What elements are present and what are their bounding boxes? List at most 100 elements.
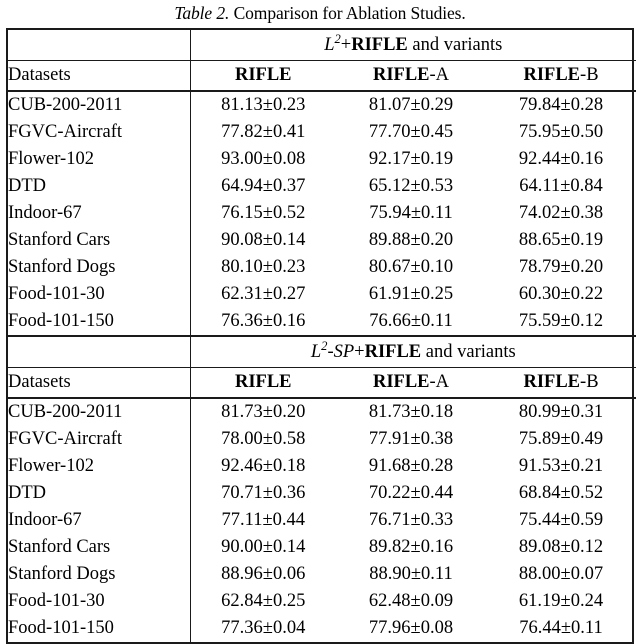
- group-header-row: L2+RIFLE and variants: [8, 30, 637, 61]
- dataset-name-cell: Food-101-30: [8, 281, 191, 308]
- accuracy-cell-3: 60.30±0.22: [518, 284, 604, 304]
- method-variant-suffix: -B: [580, 65, 599, 85]
- table-row: CUB-200-2011 81.13±0.23 81.07±0.29 79.84±0.…: [8, 91, 636, 119]
- table-row: DTD 70.71±0.36 70.22±0.44 68.84±0.52: [8, 480, 636, 507]
- accuracy-cell-1: 80.10±0.23: [221, 257, 306, 277]
- accuracy-cell-3: 64.11±0.84: [519, 176, 603, 196]
- accuracy-cell-3: 75.59±0.12: [486, 308, 637, 337]
- dataset-name-cell: Stanford Cars: [8, 227, 191, 254]
- ablation-table-container: L2+RIFLE and variants Datasets RIFLE RIFLE-…: [6, 28, 637, 644]
- dataset-name-cell: DTD: [8, 173, 191, 200]
- table-row: Stanford Dogs 88.96±0.06 88.90±0.11 88.00±0…: [8, 561, 636, 588]
- method-name: RIFLE: [523, 372, 581, 392]
- accuracy-cell-3: 80.99±0.31: [518, 402, 604, 422]
- accuracy-cell-3: 79.84±0.28: [518, 95, 604, 115]
- method-name: RIFLE: [234, 65, 292, 85]
- accuracy-cell-1: 76.15±0.52: [221, 203, 306, 223]
- accuracy-cell-1: 77.11±0.44: [221, 510, 305, 530]
- group-header-title: L2-SP+RIFLE and variants: [190, 336, 637, 368]
- accuracy-cell-3: 61.19±0.24: [518, 591, 604, 611]
- dataset-name-cell: CUB-200-2011: [8, 398, 191, 426]
- accuracy-cell-1: 92.46±0.18: [221, 456, 306, 476]
- group-header-corner-cell: [8, 30, 191, 61]
- accuracy-cell-2: 61.91±0.25: [368, 284, 454, 304]
- accuracy-cell-2: 65.12±0.53: [368, 176, 454, 196]
- table-body: L2+RIFLE and variants Datasets RIFLE RIFLE-…: [8, 30, 637, 642]
- method-name: RIFLE: [234, 372, 292, 392]
- table-row: Stanford Dogs 80.10±0.23 80.67±0.10 78.79±0…: [8, 254, 636, 281]
- dataset-name-cell: FGVC-Aircraft: [8, 426, 191, 453]
- accuracy-cell-3: 75.95±0.50: [518, 122, 604, 142]
- table-row: CUB-200-2011 81.73±0.20 81.73±0.18 80.99±0.…: [8, 398, 636, 426]
- method-column-header-2: RIFLE-A: [336, 60, 486, 92]
- dataset-name-cell: Indoor-67: [8, 507, 191, 534]
- accuracy-cell-1: 90.00±0.14: [221, 537, 306, 557]
- method-variant-suffix: -A: [429, 65, 450, 85]
- accuracy-cell-1: 78.00±0.58: [221, 429, 306, 449]
- table-page: Table 2. Comparison for Ablation Studies…: [0, 0, 640, 644]
- accuracy-cell-2: 70.22±0.44: [368, 483, 454, 503]
- accuracy-cell-1: 81.73±0.20: [221, 402, 306, 422]
- table-row: Indoor-67 76.15±0.52 75.94±0.11 74.02±0.38: [8, 200, 636, 227]
- accuracy-cell-3: 88.00±0.07: [518, 564, 604, 584]
- table-row: Stanford Cars 90.00±0.14 89.82±0.16 89.08±0…: [8, 534, 636, 561]
- method-variant-suffix: -B: [580, 372, 599, 392]
- accuracy-cell-2: 89.88±0.20: [368, 230, 454, 250]
- accuracy-cell-1: 64.94±0.37: [221, 176, 306, 196]
- method-column-header-3: RIFLE-B: [486, 367, 637, 399]
- table-row: Stanford Cars 90.08±0.14 89.88±0.20 88.65±0…: [8, 227, 636, 254]
- table-row: DTD 64.94±0.37 65.12±0.53 64.11±0.84: [8, 173, 636, 200]
- table-row: FGVC-Aircraft 78.00±0.58 77.91±0.38 75.89±0…: [8, 426, 636, 453]
- accuracy-cell-1: 77.82±0.41: [221, 122, 306, 142]
- accuracy-cell-1: 90.08±0.14: [221, 230, 306, 250]
- group-header-corner-cell: [8, 336, 191, 368]
- method-name: RIFLE: [372, 65, 430, 85]
- accuracy-cell-2: 81.73±0.18: [368, 402, 454, 422]
- method-column-header-1: RIFLE: [190, 367, 336, 399]
- ablation-table: L2+RIFLE and variants Datasets RIFLE RIFLE-…: [8, 30, 637, 642]
- dataset-name-cell: Stanford Dogs: [8, 254, 191, 281]
- caption-label: Table 2.: [174, 3, 230, 23]
- accuracy-cell-3: 89.08±0.12: [518, 537, 604, 557]
- accuracy-cell-3: 74.02±0.38: [518, 203, 604, 223]
- dataset-name-cell: DTD: [8, 480, 191, 507]
- accuracy-cell-2: 92.17±0.19: [368, 149, 454, 169]
- table-row: Food-101-30 62.84±0.25 62.48±0.09 61.19±0.2…: [8, 588, 636, 615]
- dataset-name-cell: FGVC-Aircraft: [8, 119, 191, 146]
- dataset-name-cell: Food-101-150: [8, 308, 191, 337]
- dataset-name-cell: Stanford Cars: [8, 534, 191, 561]
- group-title-tail: and variants: [421, 342, 516, 362]
- accuracy-cell-1: 62.31±0.27: [221, 284, 306, 304]
- accuracy-cell-3: 88.65±0.19: [518, 230, 604, 250]
- dataset-name-cell: Flower-102: [8, 146, 191, 173]
- accuracy-cell-3: 75.44±0.59: [518, 510, 604, 530]
- accuracy-cell-1: 76.36±0.16: [190, 308, 336, 337]
- method-name: RIFLE: [372, 372, 430, 392]
- group-title-method: RIFLE: [364, 342, 422, 362]
- group-title-math: L2: [324, 31, 341, 55]
- accuracy-cell-1: 70.71±0.36: [221, 483, 306, 503]
- group-title-superscript: 2: [321, 338, 328, 353]
- accuracy-cell-1: 88.96±0.06: [221, 564, 306, 584]
- table-row: Food-101-150 76.36±0.16 76.66±0.11 75.59±0.…: [8, 308, 637, 337]
- dataset-name-cell: Flower-102: [8, 453, 191, 480]
- table-row: FGVC-Aircraft 77.82±0.41 77.70±0.45 75.95±0…: [8, 119, 636, 146]
- table-row: Flower-102 93.00±0.08 92.17±0.19 92.44±0.16: [8, 146, 636, 173]
- accuracy-cell-2: 75.94±0.11: [369, 203, 453, 223]
- group-header-title: L2+RIFLE and variants: [190, 30, 637, 61]
- accuracy-cell-1: 62.84±0.25: [221, 591, 306, 611]
- method-variant-suffix: -A: [429, 372, 450, 392]
- datasets-column-header: Datasets: [8, 367, 191, 399]
- table-caption: Table 2. Comparison for Ablation Studies…: [0, 0, 640, 25]
- group-title-plus: +: [354, 342, 365, 362]
- dataset-name-cell: Food-101-30: [8, 588, 191, 615]
- accuracy-cell-1: 81.13±0.23: [221, 95, 306, 115]
- accuracy-cell-2: 77.70±0.45: [368, 122, 454, 142]
- method-name: RIFLE: [523, 65, 581, 85]
- accuracy-cell-3: 91.53±0.21: [518, 456, 604, 476]
- table-row: Indoor-67 77.11±0.44 76.71±0.33 75.44±0.59: [8, 507, 636, 534]
- accuracy-cell-2: 76.71±0.33: [368, 510, 454, 530]
- datasets-column-header: Datasets: [8, 60, 191, 92]
- table-row: Food-101-30 62.31±0.27 61.91±0.25 60.30±0.2…: [8, 281, 636, 308]
- accuracy-cell-3: 68.84±0.52: [518, 483, 604, 503]
